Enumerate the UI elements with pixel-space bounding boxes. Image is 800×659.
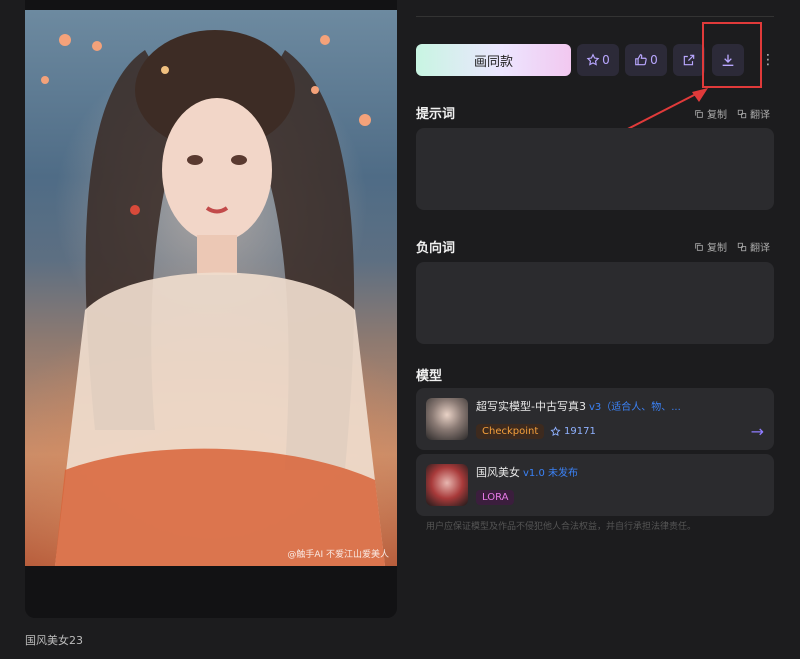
lora-badge: LORA	[476, 490, 515, 505]
more-options-button[interactable]: ⋮	[761, 52, 775, 68]
checkpoint-badge: Checkpoint	[476, 424, 545, 439]
thumbs-up-icon	[635, 54, 647, 66]
artwork-credit: @触手AI 不爱江山爱美人	[287, 550, 389, 560]
copy-icon	[695, 242, 703, 251]
model-name: 国风美女 v1.0 未发布	[476, 464, 578, 480]
share-icon	[683, 54, 695, 66]
model-title: 国风美女	[476, 466, 520, 479]
star-button[interactable]: 0	[577, 44, 619, 76]
disclaimer-text: 用户应保证模型及作品不侵犯他人合法权益，并自行承担法律责任。	[426, 522, 697, 532]
artwork-card: @触手AI 不爱江山爱美人	[25, 0, 397, 618]
prompt-copy-button[interactable]: 复制	[694, 106, 727, 121]
translate-icon	[737, 242, 747, 251]
star-icon	[550, 426, 561, 436]
negative-prompt-textbox[interactable]	[416, 262, 774, 344]
model-stars: 19171	[550, 426, 596, 437]
model-card-checkpoint[interactable]: 超写实模型-中古写真3 v3（适合人、物、... Checkpoint 19171…	[416, 388, 774, 450]
artwork-image[interactable]: @触手AI 不爱江山爱美人	[25, 10, 397, 566]
like-button[interactable]: 0	[625, 44, 667, 76]
translate-icon	[737, 109, 747, 118]
star-icon	[586, 53, 600, 66]
share-button[interactable]	[673, 44, 705, 76]
negative-copy-button[interactable]: 复制	[694, 239, 727, 254]
open-model-arrow[interactable]: →	[751, 422, 764, 441]
model-version: v3（适合人、物、...	[588, 402, 681, 413]
prompt-translate-button[interactable]: 翻译	[737, 106, 770, 121]
draw-same-button[interactable]: 画同款	[416, 44, 571, 76]
model-card-lora[interactable]: 国风美女 v1.0 未发布 LORA	[416, 454, 774, 516]
negative-translate-label: 翻译	[750, 243, 770, 254]
like-count: 0	[650, 53, 658, 67]
model-thumbnail	[426, 464, 468, 506]
star-count: 0	[602, 53, 610, 67]
artwork-illustration	[41, 30, 385, 566]
model-name: 超写实模型-中古写真3 v3（适合人、物、...	[476, 398, 681, 414]
model-version: v1.0 未发布	[523, 468, 578, 479]
negative-copy-label: 复制	[707, 243, 727, 254]
model-thumbnail	[426, 398, 468, 440]
copy-icon	[695, 109, 703, 118]
negative-prompt-title: 负向词	[416, 241, 456, 256]
image-caption: 国风美女23	[25, 634, 83, 647]
negative-prompt-tools: 复制 翻译	[694, 239, 770, 254]
prompt-textbox[interactable]	[416, 128, 774, 210]
prompt-translate-label: 翻译	[750, 110, 770, 121]
negative-translate-button[interactable]: 翻译	[737, 239, 770, 254]
model-star-count: 19171	[564, 426, 596, 437]
prompt-copy-label: 复制	[707, 110, 727, 121]
model-title: 超写实模型-中古写真3	[476, 400, 586, 413]
models-title: 模型	[416, 369, 443, 384]
prompt-title: 提示词	[416, 107, 456, 122]
top-divider	[416, 16, 774, 17]
prompt-tools: 复制 翻译	[694, 106, 770, 121]
